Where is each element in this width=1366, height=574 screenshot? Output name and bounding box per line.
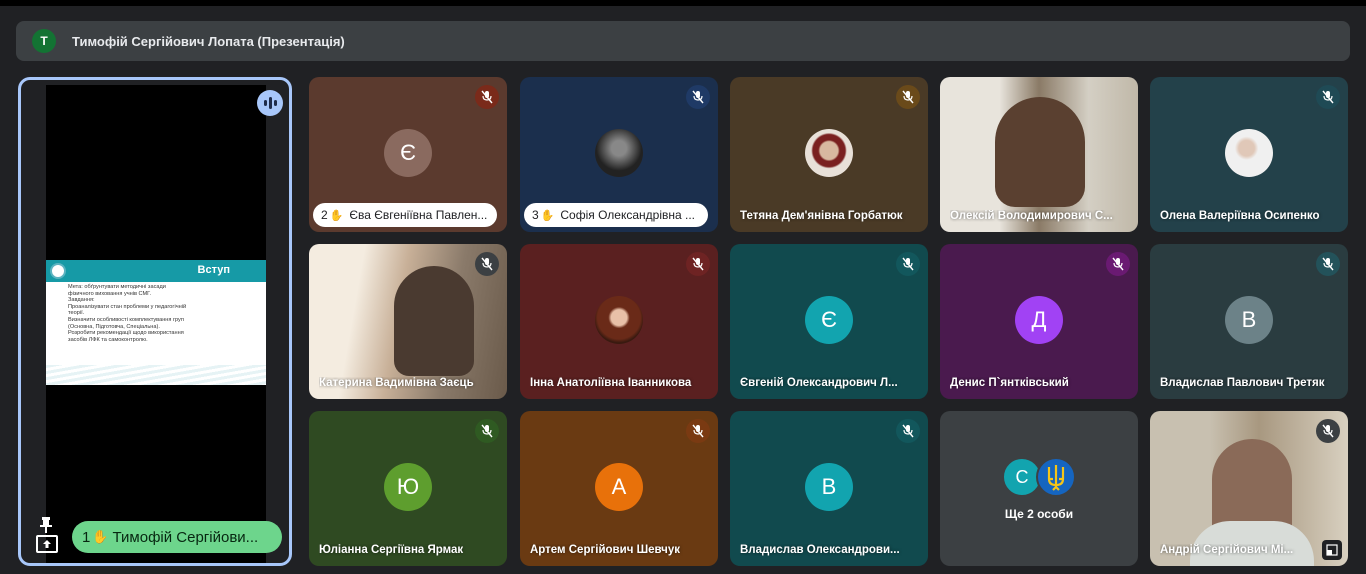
participant-tile[interactable]: Інна Анатоліївна Іванникова [520, 244, 718, 399]
mic-off-icon [475, 85, 499, 109]
mic-off-icon [475, 419, 499, 443]
mic-off-icon [1316, 419, 1340, 443]
participant-name: Артем Сергійович Шевчук [530, 544, 680, 556]
presentation-slide: Вступ Мета: обґрунтувати методичні засад… [46, 260, 266, 385]
participant-tile[interactable]: Д Денис П`янтківський [940, 244, 1138, 399]
participant-photo [1225, 128, 1273, 177]
participant-tile[interactable]: В Владислав Олександрови... [730, 411, 928, 566]
participant-tile[interactable]: Ю Юліанна Сергіївна Ярмак [309, 411, 507, 566]
participant-avatar: Ю [384, 462, 432, 511]
participant-name: Євгеній Олександрович Л... [740, 377, 898, 389]
slide-body: Мета: обґрунтувати методичні засади фізи… [68, 284, 187, 343]
mic-off-icon [475, 252, 499, 276]
participant-video [394, 266, 474, 376]
participant-name: Софія Олександрівна ... [560, 208, 696, 222]
slide-header [46, 260, 266, 282]
expand-icon[interactable] [1322, 540, 1342, 560]
participant-tile[interactable]: Тетяна Дем'янівна Горбатюк [730, 77, 928, 232]
participant-photo [595, 128, 643, 177]
participant-tile[interactable]: 3 ✋ Софія Олександрівна ... [520, 77, 718, 232]
participant-name: Тетяна Дем'янівна Горбатюк [740, 210, 903, 222]
present-screen-icon[interactable] [36, 535, 58, 553]
hand-count: 2 [321, 208, 328, 222]
mic-off-icon [896, 419, 920, 443]
presenter-name-pill: 1 ✋ Тимофій Сергійови... [72, 521, 282, 553]
participant-tile[interactable]: Є 2 ✋ Єва Євгеніївна Павлен... [309, 77, 507, 232]
mic-off-icon [896, 85, 920, 109]
pin-icon[interactable] [40, 517, 52, 533]
participant-name: Олексій Володимирович С... [950, 210, 1113, 222]
participant-name: Денис П`янтківський [950, 377, 1069, 389]
participant-photo [805, 128, 853, 177]
raised-hand-icon: ✋ [540, 209, 555, 222]
participant-tile[interactable]: Олена Валеріївна Осипенко [1150, 77, 1348, 232]
presenter-name: Тимофій Сергійови... [112, 528, 259, 546]
presentation-title: Тимофій Сергійович Лопата (Презентація) [72, 33, 345, 49]
participant-name: Андрій Сергійович Мі... [1160, 544, 1294, 556]
presenter-avatar: T [32, 29, 56, 53]
participant-tile[interactable]: В Владислав Павлович Третяк [1150, 244, 1348, 399]
participant-tile[interactable]: Є Євгеній Олександрович Л... [730, 244, 928, 399]
participant-tile[interactable]: Андрій Сергійович Мі... [1150, 411, 1348, 566]
participant-photo [595, 295, 643, 344]
participant-video [995, 97, 1085, 207]
participant-avatar: В [1225, 295, 1273, 344]
participant-name: Інна Анатоліївна Іванникова [530, 377, 692, 389]
more-avatars: С [940, 457, 1138, 497]
participant-avatar: Є [805, 295, 853, 344]
more-participants-label: Ще 2 особи [1004, 507, 1074, 521]
window-top-strip [0, 0, 1366, 6]
trident-icon [1036, 457, 1076, 497]
mic-off-icon [686, 419, 710, 443]
participant-name: Юліанна Сергіївна Ярмак [319, 544, 464, 556]
hand-count: 3 [532, 208, 539, 222]
participant-avatar: Д [1015, 295, 1063, 344]
participant-tile[interactable]: Катерина Вадимівна Заєць [309, 244, 507, 399]
raised-hand-pill: 3 ✋ Софія Олександрівна ... [524, 203, 708, 227]
mic-off-icon [1106, 252, 1130, 276]
raised-hand-icon: ✋ [92, 529, 109, 544]
participant-name: Олена Валеріївна Осипенко [1160, 210, 1320, 222]
mic-off-icon [1316, 252, 1340, 276]
participant-avatar: В [805, 462, 853, 511]
participant-tile[interactable]: А Артем Сергійович Шевчук [520, 411, 718, 566]
mic-off-icon [686, 85, 710, 109]
participant-name: Владислав Павлович Третяк [1160, 377, 1325, 389]
presenter-bar: T Тимофій Сергійович Лопата (Презентація… [16, 21, 1350, 61]
hand-count: 1 [82, 528, 91, 546]
more-participants-tile[interactable]: С Ще 2 особи [940, 411, 1138, 566]
presentation-tile[interactable]: Вступ Мета: обґрунтувати методичні засад… [18, 77, 292, 566]
mic-off-icon [896, 252, 920, 276]
participant-name: Владислав Олександрови... [740, 544, 900, 556]
participant-name: Катерина Вадимівна Заєць [319, 377, 474, 389]
participant-tile[interactable]: Олексій Володимирович С... [940, 77, 1138, 232]
speaking-indicator-icon [257, 90, 283, 116]
slide-title: Вступ [197, 264, 230, 276]
participant-avatar: А [595, 462, 643, 511]
slide-logo-icon [50, 263, 66, 279]
slide-decoration [46, 365, 266, 385]
mic-off-icon [1316, 85, 1340, 109]
mic-off-icon [686, 252, 710, 276]
participant-name: Єва Євгеніївна Павлен... [349, 208, 488, 222]
participant-avatar: Є [384, 128, 432, 177]
raised-hand-icon: ✋ [329, 209, 344, 222]
raised-hand-pill: 2 ✋ Єва Євгеніївна Павлен... [313, 203, 497, 227]
